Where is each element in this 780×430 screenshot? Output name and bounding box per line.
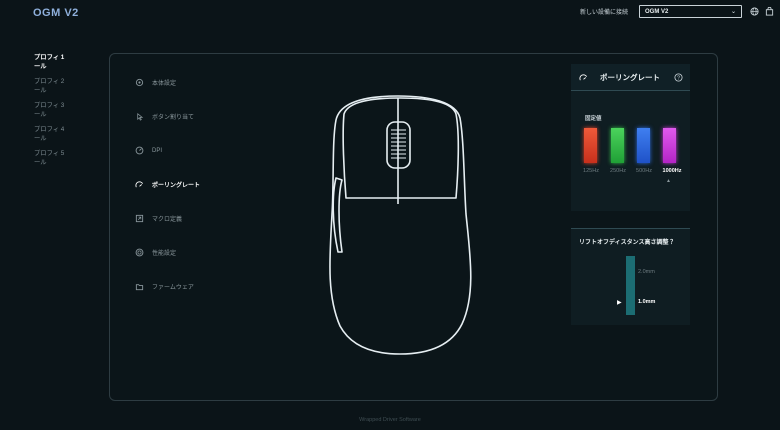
pointer-icon bbox=[137, 113, 144, 121]
firmware-icon bbox=[135, 284, 144, 291]
profile-item-1[interactable]: プロフィ 1 ール bbox=[34, 53, 74, 71]
menu-label: ポーリングレート bbox=[152, 183, 201, 189]
device-select-value: OGM V2 bbox=[645, 8, 669, 15]
polling-rate-title: ポーリングレート bbox=[600, 72, 660, 82]
profile-label-cont: ール bbox=[34, 159, 47, 166]
rate-label-250: 250Hz bbox=[610, 168, 626, 174]
profile-label: プロフィ 5 bbox=[34, 150, 65, 157]
macro-icon bbox=[135, 214, 144, 223]
fixed-value-label: 固定値 bbox=[585, 116, 602, 122]
profile-list: プロフィ 1 ール プロフィ 2 ール プロフィ 3 ール プロフィ 4 ール … bbox=[34, 53, 74, 173]
performance-icon bbox=[135, 248, 144, 257]
rate-bar-125[interactable] bbox=[584, 128, 597, 163]
menu-item-dpi[interactable]: DPI bbox=[135, 146, 162, 155]
menu-item-device-settings[interactable]: 本体設定 bbox=[135, 78, 176, 87]
dpi-icon bbox=[135, 146, 144, 155]
menu-label: 性能設定 bbox=[152, 251, 177, 257]
rate-label-500: 500Hz bbox=[636, 168, 652, 174]
rate-bar-250[interactable] bbox=[611, 128, 624, 163]
menu-item-button-assign[interactable]: ボタン割り当て bbox=[135, 112, 194, 121]
lod-pointer-icon: ▶ bbox=[617, 300, 622, 306]
profile-label-cont: ール bbox=[34, 87, 47, 94]
menu-label: ボタン割り当て bbox=[152, 115, 195, 121]
lod-slider-track[interactable] bbox=[626, 256, 635, 315]
menu-label: マクロ定義 bbox=[152, 217, 183, 223]
profile-label-cont: ール bbox=[34, 111, 47, 118]
settings-icon bbox=[135, 78, 144, 87]
menu-item-performance[interactable]: 性能設定 bbox=[135, 248, 176, 257]
rate-label-125: 125Hz bbox=[583, 168, 599, 174]
polling-icon bbox=[579, 73, 588, 80]
profile-item-3[interactable]: プロフィ 3 ール bbox=[34, 101, 74, 119]
lift-off-distance-panel: リフトオフディスタンス高さ調整 ？ 2.0mm 1.0mm ▶ bbox=[571, 228, 690, 325]
menu-item-polling-rate[interactable]: ポーリングレート bbox=[135, 180, 200, 189]
profile-label: プロフィ 4 bbox=[34, 126, 65, 133]
profile-label-cont: ール bbox=[34, 63, 47, 70]
selected-caret-icon: ▲ bbox=[666, 178, 671, 184]
help-icon[interactable]: ? bbox=[674, 73, 683, 82]
polling-icon bbox=[135, 181, 144, 188]
menu-item-macro[interactable]: マクロ定義 bbox=[135, 214, 182, 223]
lod-title: リフトオフディスタンス高さ調整 ？ bbox=[579, 240, 677, 246]
svg-text:?: ? bbox=[677, 75, 680, 81]
rate-bar-500[interactable] bbox=[637, 128, 650, 163]
footer-text: Wrapped Driver Software bbox=[359, 417, 421, 423]
lod-option-1mm[interactable]: 1.0mm bbox=[638, 299, 655, 305]
polling-rate-header: ポーリングレート ? bbox=[571, 64, 690, 91]
profile-item-5[interactable]: プロフィ 5 ール bbox=[34, 149, 74, 167]
profile-label-cont: ール bbox=[34, 135, 47, 142]
profile-item-4[interactable]: プロフィ 4 ール bbox=[34, 125, 74, 143]
rate-label-1000: 1000Hz bbox=[662, 168, 682, 174]
connect-new-device-link[interactable]: 新しい設備に接続 bbox=[580, 7, 628, 16]
profile-item-2[interactable]: プロフィ 2 ール bbox=[34, 77, 74, 95]
app-title: OGM V2 bbox=[33, 7, 79, 19]
menu-label: ファームウェア bbox=[152, 285, 194, 291]
mouse-illustration bbox=[329, 95, 472, 355]
menu-label: DPI bbox=[152, 147, 163, 154]
globe-icon[interactable] bbox=[750, 7, 759, 16]
profile-label: プロフィ 3 bbox=[34, 102, 65, 109]
menu-item-firmware[interactable]: ファームウェア bbox=[135, 282, 194, 291]
profile-label: プロフィ 1 bbox=[34, 54, 65, 61]
lod-option-2mm[interactable]: 2.0mm bbox=[638, 269, 655, 275]
profile-label: プロフィ 2 bbox=[34, 78, 65, 85]
menu-label: 本体設定 bbox=[152, 81, 177, 87]
rate-bar-1000[interactable] bbox=[663, 128, 676, 163]
chevron-down-icon: ⌄ bbox=[730, 9, 736, 15]
device-select[interactable]: OGM V2 ⌄ bbox=[639, 5, 742, 18]
bag-icon[interactable] bbox=[765, 7, 774, 16]
